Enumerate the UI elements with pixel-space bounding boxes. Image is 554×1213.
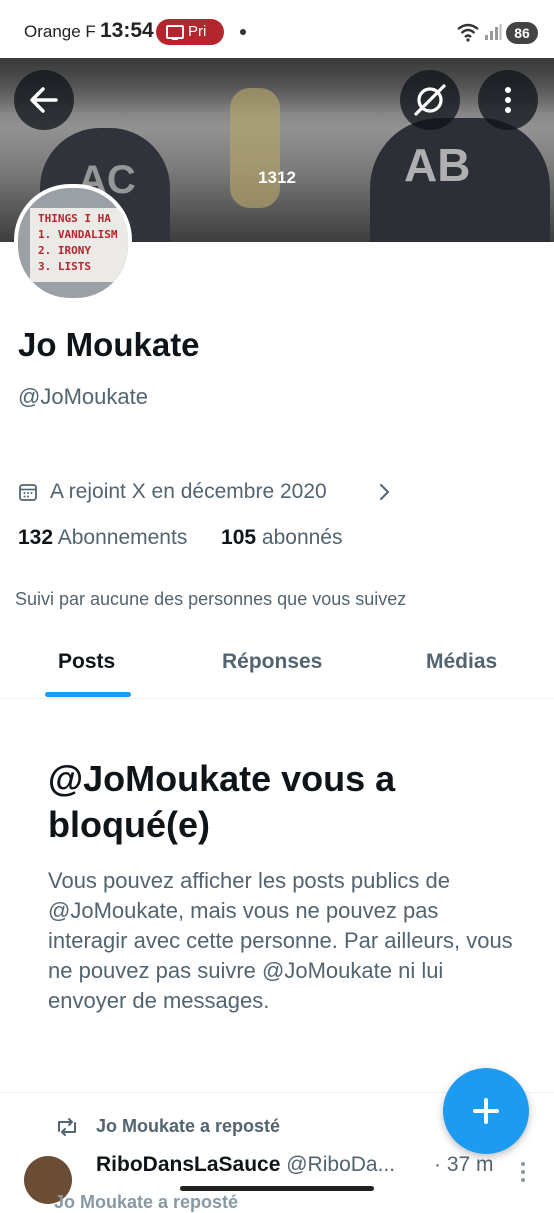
screen-recording-badge: Pri (156, 19, 224, 45)
tab-media[interactable]: Médias (426, 650, 497, 674)
post-author-line[interactable]: RiboDansLaSauce @RiboDa... (96, 1153, 395, 1177)
blocked-title: @JoMoukate vous a bloqué(e) (48, 758, 396, 845)
wifi-icon (457, 23, 479, 42)
following-label: Abonnements (57, 526, 188, 549)
profile-handle: @JoMoukate (18, 384, 148, 409)
home-indicator[interactable] (180, 1186, 374, 1191)
avatar-sign-image: THINGS I HA 1. VANDALISM 2. IRONY 3. LIS… (30, 208, 128, 282)
compose-button[interactable] (443, 1068, 529, 1154)
follow-stats: 132 Abonnements 105 abonnés (18, 526, 342, 550)
followers-label: abonnés (261, 526, 343, 549)
back-button[interactable] (14, 70, 74, 130)
signal-icon (485, 24, 502, 40)
active-tab-indicator (45, 692, 131, 697)
clock: 13:54 (100, 19, 154, 42)
profile-name: Jo Moukate (18, 326, 200, 363)
grok-button[interactable] (400, 70, 460, 130)
arrow-left-icon (30, 87, 58, 113)
repost-label[interactable]: Jo Moukate a reposté (96, 1116, 280, 1137)
battery-indicator: 86 (506, 22, 538, 44)
carrier-label: Orange F (24, 22, 96, 41)
avatar-sign-line: 1. VANDALISM (38, 228, 118, 241)
following-count: 132 (18, 526, 54, 549)
tab-posts[interactable]: Posts (58, 650, 115, 674)
more-options-button[interactable] (478, 70, 538, 130)
post-author-handle: @RiboDa... (286, 1153, 396, 1176)
following-link[interactable]: 132 Abonnements (18, 526, 187, 549)
chevron-right-icon[interactable] (378, 482, 392, 502)
profile-tabs: Posts Réponses Médias (0, 634, 554, 699)
status-bar: Orange F 13:54 Pri 86 (0, 0, 554, 60)
next-repost-label: Jo Moukate a reposté (54, 1192, 239, 1212)
grok-icon (414, 84, 446, 116)
avatar-sign-line: THINGS I HA (38, 212, 111, 225)
followed-by-text: Suivi par aucune des personnes que vous … (15, 589, 407, 609)
followers-count: 105 (221, 526, 257, 549)
avatar[interactable]: THINGS I HA 1. VANDALISM 2. IRONY 3. LIS… (14, 184, 132, 302)
notification-dot-icon (240, 29, 246, 35)
more-vertical-icon (505, 87, 511, 113)
post-timestamp: · 37 m (434, 1153, 494, 1176)
joined-date: A rejoint X en décembre 2020 (50, 480, 327, 503)
blocked-description: Vous pouvez afficher les posts publics d… (48, 868, 513, 1013)
screen-icon (166, 25, 184, 40)
repost-icon (58, 1118, 76, 1136)
recording-label: Pri (188, 23, 207, 40)
followers-link[interactable]: 105 abonnés (221, 526, 342, 549)
calendar-icon (19, 484, 37, 501)
avatar-sign-line: 2. IRONY (38, 244, 91, 257)
tab-replies[interactable]: Réponses (222, 650, 322, 674)
post-author-name: RiboDansLaSauce (96, 1153, 281, 1176)
post-more-icon[interactable] (518, 1160, 528, 1186)
avatar-sign-line: 3. LISTS (38, 260, 91, 273)
